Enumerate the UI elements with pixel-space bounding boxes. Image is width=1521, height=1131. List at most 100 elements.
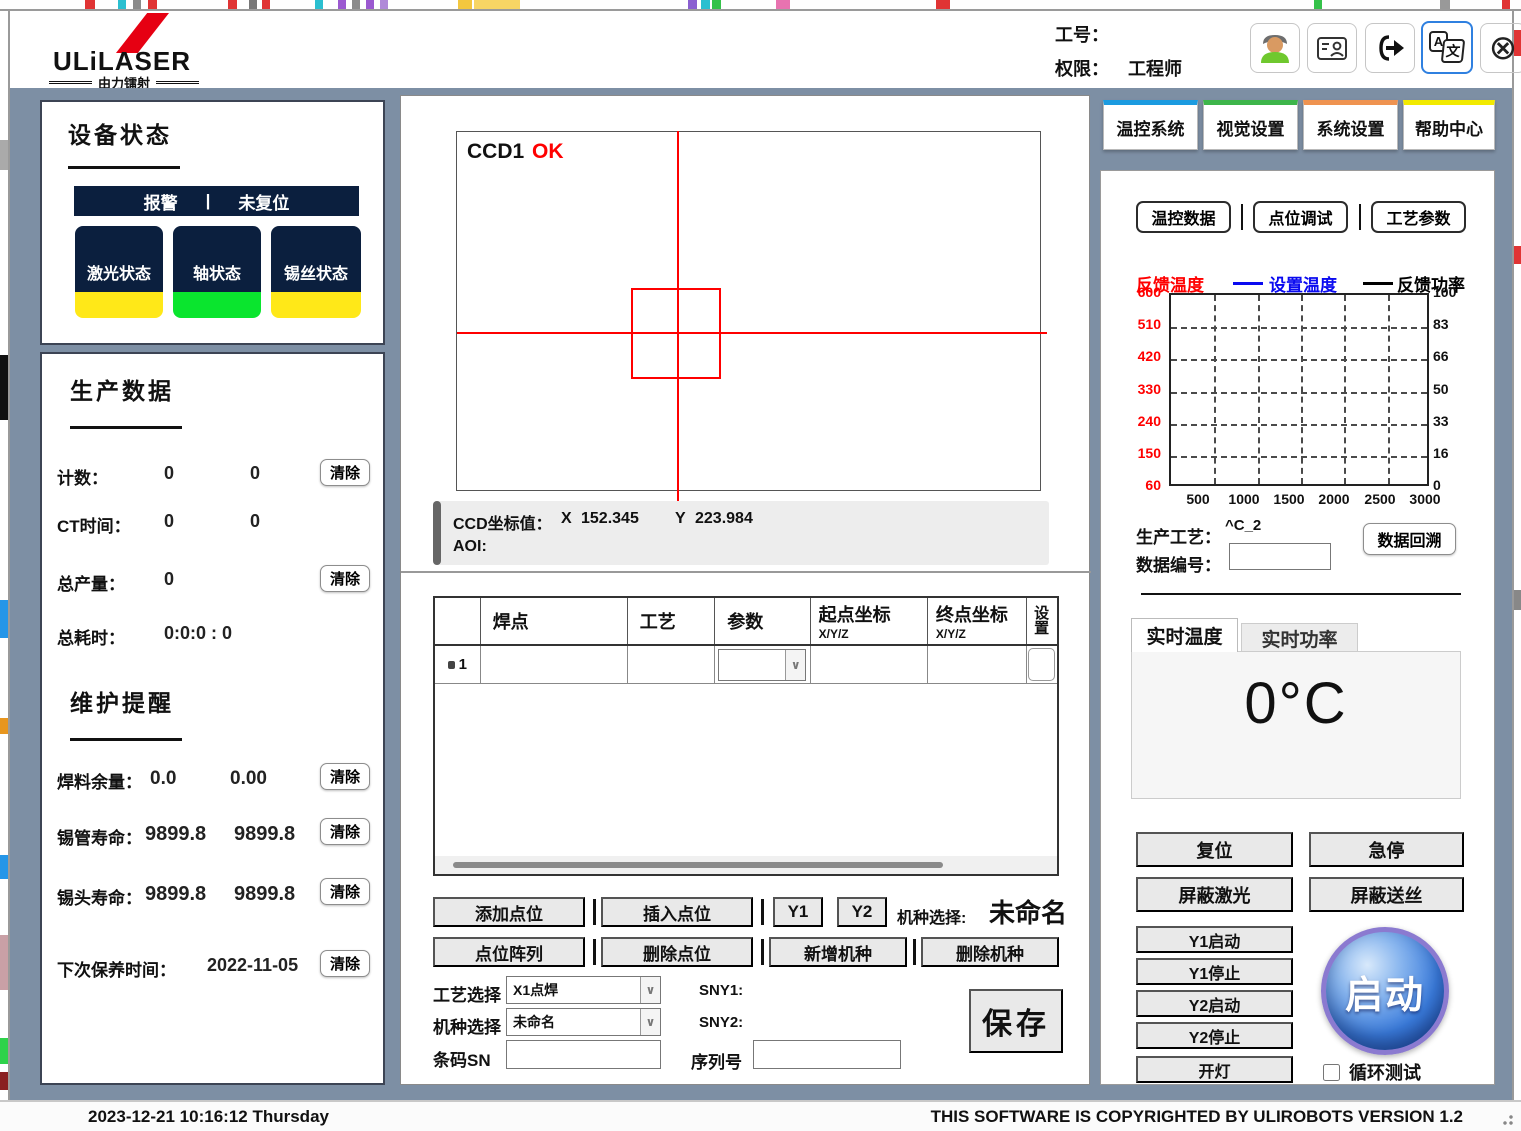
row-set-button[interactable] [1028, 648, 1055, 681]
y1-start-button[interactable]: Y1启动 [1136, 926, 1293, 953]
row-start-cell[interactable] [811, 646, 928, 683]
screen-artifacts-right [1514, 11, 1521, 1131]
mask-wire-button[interactable]: 屏蔽送丝 [1309, 877, 1464, 912]
tab-realtime-temp[interactable]: 实时温度 [1131, 618, 1238, 652]
point-array-button[interactable]: 点位阵列 [433, 937, 585, 967]
permission-label: 权限： [1055, 55, 1109, 81]
resize-grip[interactable] [1501, 1113, 1513, 1125]
ccd-x-value: 152.345 [581, 510, 639, 528]
add-model-button[interactable]: 新增机种 [769, 937, 907, 967]
device-status-panel: 设备状态 报警 | 未复位 激光状态 轴状态 锡丝状态 [40, 100, 385, 345]
estop-button[interactable]: 急停 [1309, 832, 1464, 867]
mask-laser-button[interactable]: 屏蔽激光 [1136, 877, 1293, 912]
y1-button[interactable]: Y1 [773, 897, 823, 927]
data-backtrack-button[interactable]: 数据回溯 [1363, 523, 1456, 555]
tin-tube-life-clear-button[interactable]: 清除 [320, 818, 370, 845]
row-weld-cell[interactable] [481, 646, 628, 683]
light-on-button[interactable]: 开灯 [1136, 1056, 1293, 1083]
action-separator [913, 939, 916, 965]
col-header-start-axes: X/Y/Z [819, 627, 927, 641]
add-point-button[interactable]: 添加点位 [433, 897, 585, 927]
y2-stop-button[interactable]: Y2停止 [1136, 1022, 1293, 1049]
model-select-dropdown[interactable]: 未命名 ∨ [506, 1008, 661, 1036]
tab-realtime-temp-label: 实时温度 [1146, 622, 1222, 649]
x-tick: 500 [1176, 491, 1220, 507]
col-header-process-label: 工艺 [640, 608, 676, 634]
status-copyright: THIS SOFTWARE IS COPYRIGHTED BY ULIROBOT… [931, 1107, 1463, 1127]
realtime-temp-value: 0°C [1244, 670, 1347, 798]
insert-point-button[interactable]: 插入点位 [601, 897, 753, 927]
row-index-value: 1 [459, 656, 467, 673]
ccd-coord-label: CCD坐标值： [453, 510, 552, 534]
tab-help-center[interactable]: 帮助中心 [1403, 100, 1495, 150]
row-end-cell[interactable] [928, 646, 1027, 683]
start-button[interactable]: 启动 [1321, 927, 1449, 1055]
y-right-tick: 33 [1433, 413, 1473, 429]
total-output-clear-button[interactable]: 清除 [320, 565, 370, 592]
tin-head-life-clear-button[interactable]: 清除 [320, 878, 370, 905]
x-tick: 1500 [1267, 491, 1311, 507]
serial-number-input[interactable] [753, 1040, 901, 1069]
ccd-aoi-label: AOI: [453, 538, 487, 556]
table-row[interactable]: 1 ∨ [435, 646, 1057, 684]
process-param-button[interactable]: 工艺参数 [1371, 201, 1466, 233]
y2-start-button[interactable]: Y2启动 [1136, 990, 1293, 1017]
status-bar: 2023-12-21 10:16:12 Thursday THIS SOFTWA… [0, 1100, 1521, 1131]
ct-time-value-2: 0 [250, 511, 260, 532]
points-table: 焊点 工艺 参数 起点坐标 X/Y/Z 终点坐标 X/Y/Z 设置 [433, 596, 1059, 876]
delete-model-button[interactable]: 删除机种 [921, 937, 1059, 967]
col-header-param-label: 参数 [727, 608, 763, 634]
row-param-dropdown[interactable]: ∨ [718, 649, 806, 681]
production-underline [70, 426, 182, 429]
axis-status-card: 轴状态 [173, 226, 261, 318]
total-time-label: 总耗时： [57, 624, 125, 649]
y2-button[interactable]: Y2 [837, 897, 887, 927]
ccd-status-ok: OK [532, 140, 564, 164]
next-maintain-clear-button[interactable]: 清除 [320, 950, 370, 977]
y-left-tick: 420 [1109, 348, 1161, 364]
loop-test-checkbox[interactable] [1323, 1064, 1340, 1081]
reset-button[interactable]: 复位 [1136, 832, 1293, 867]
row-process-cell[interactable] [628, 646, 715, 683]
process-select-dropdown[interactable]: X1点焊 ∨ [506, 976, 661, 1004]
tab-realtime-power[interactable]: 实时功率 [1241, 623, 1358, 653]
chevron-down-icon: ∨ [640, 977, 660, 1003]
tin-tube-life-value-1: 9899.8 [145, 823, 206, 846]
x-tick: 3000 [1403, 491, 1447, 507]
solder-remain-clear-button[interactable]: 清除 [320, 763, 370, 790]
ccd-panel: CCD1 OK CCD坐标值： X 152.345 Y 223.984 AOI:… [400, 95, 1090, 1085]
save-button[interactable]: 保存 [969, 989, 1063, 1053]
temp-data-button[interactable]: 温控数据 [1136, 201, 1231, 233]
delete-point-button[interactable]: 删除点位 [601, 937, 753, 967]
employee-card-button[interactable] [1307, 23, 1357, 73]
table-scrollbar-thumb[interactable] [453, 862, 943, 868]
barcode-sn-input[interactable] [506, 1040, 661, 1069]
sub-button-separator [1359, 204, 1361, 230]
realtime-temp-display: 0°C [1131, 651, 1461, 799]
count-clear-button[interactable]: 清除 [320, 459, 370, 486]
y1-stop-button[interactable]: Y1停止 [1136, 958, 1293, 985]
translate-button[interactable]: A 文 [1421, 21, 1473, 74]
tab-system-settings[interactable]: 系统设置 [1303, 100, 1398, 150]
employee-id-label: 工号： [1055, 21, 1109, 47]
production-process-value: ^C_2 [1225, 517, 1261, 534]
tab-vision-settings[interactable]: 视觉设置 [1203, 100, 1298, 150]
total-output-label: 总产量： [57, 570, 125, 595]
close-button[interactable]: ⊗ [1480, 23, 1521, 73]
total-output-value: 0 [164, 569, 174, 590]
next-maintain-value: 2022-11-05 [207, 955, 298, 976]
temp-control-panel: 温控数据 点位调试 工艺参数 反馈温度 设置温度 反馈功率 600 510 42… [1100, 170, 1495, 1085]
permission-value: 工程师 [1128, 55, 1182, 81]
screen-artifacts-top [0, 0, 1521, 9]
user-avatar-button[interactable] [1250, 23, 1300, 73]
logout-icon [1373, 31, 1407, 65]
solder-remain-value-1: 0.0 [150, 768, 176, 790]
data-number-input[interactable] [1229, 543, 1331, 570]
point-debug-button[interactable]: 点位调试 [1253, 201, 1348, 233]
table-scrollbar-track[interactable] [435, 856, 1057, 874]
x-tick: 2500 [1358, 491, 1402, 507]
ccd-viewport[interactable]: CCD1 OK [456, 131, 1041, 491]
logout-button[interactable] [1365, 23, 1415, 73]
tab-temp-control[interactable]: 温控系统 [1103, 100, 1198, 150]
tin-head-life-value-1: 9899.8 [145, 883, 206, 906]
